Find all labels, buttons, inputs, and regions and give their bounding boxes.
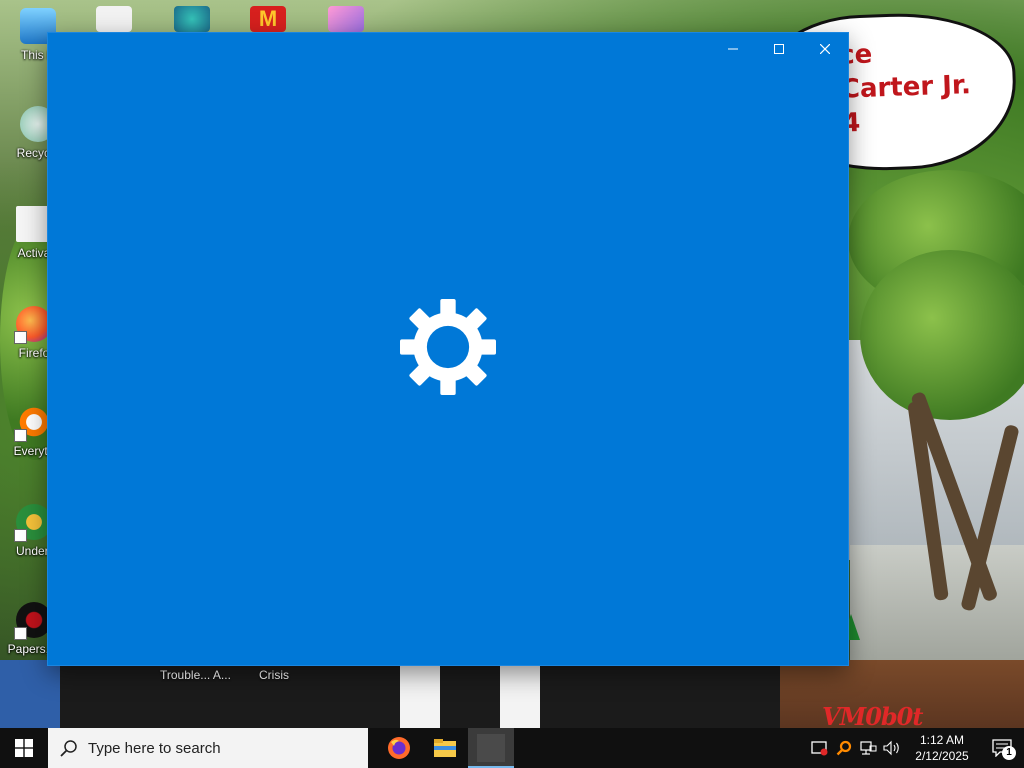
shortcut-arrow-icon bbox=[14, 331, 27, 344]
tray-volume-icon[interactable] bbox=[880, 728, 904, 768]
security-alert-icon bbox=[811, 741, 828, 756]
clock-time: 1:12 AM bbox=[919, 733, 965, 747]
search-icon bbox=[60, 740, 77, 757]
file-explorer-icon bbox=[434, 739, 456, 757]
character-icon[interactable] bbox=[174, 6, 210, 32]
system-tray: 1:12 AM 2/12/2025 1 bbox=[808, 728, 1024, 768]
firefox-icon bbox=[14, 306, 52, 344]
taskbar: Type here to search 1:12 AM 2/12/2025 1 bbox=[0, 728, 1024, 768]
search-placeholder: Type here to search bbox=[88, 739, 221, 757]
wallpaper-white-stripe bbox=[500, 660, 540, 730]
tray-everything-icon[interactable] bbox=[832, 728, 856, 768]
close-button[interactable] bbox=[802, 33, 848, 65]
magnifier-icon bbox=[836, 740, 852, 756]
taskbar-firefox[interactable] bbox=[376, 728, 422, 768]
game-icon[interactable] bbox=[328, 6, 364, 32]
desktop-icon-troubleshoot-label[interactable]: Trouble... A... bbox=[160, 668, 231, 682]
maximize-icon bbox=[774, 44, 784, 54]
window-controls bbox=[710, 33, 848, 65]
tray-shield-icon[interactable] bbox=[808, 728, 832, 768]
desktop-icon-crisis-label[interactable]: Crisis bbox=[259, 668, 289, 682]
undertale-icon bbox=[14, 504, 52, 542]
settings-window[interactable] bbox=[48, 33, 848, 665]
windows-logo-icon bbox=[15, 739, 33, 757]
minimize-button[interactable] bbox=[710, 33, 756, 65]
papers-please-icon bbox=[14, 602, 52, 640]
wallpaper-white-stripe bbox=[400, 660, 440, 730]
mcdonalds-icon[interactable]: M bbox=[250, 6, 286, 32]
action-center-button[interactable]: 1 bbox=[980, 728, 1024, 768]
shortcut-arrow-icon bbox=[14, 627, 27, 640]
taskbar-clock[interactable]: 1:12 AM 2/12/2025 bbox=[904, 732, 980, 764]
settings-app-thumbnail bbox=[477, 734, 505, 762]
clock-date: 2/12/2025 bbox=[915, 749, 969, 763]
network-icon bbox=[860, 741, 877, 755]
tray-network-icon[interactable] bbox=[856, 728, 880, 768]
taskbar-file-explorer[interactable] bbox=[422, 728, 468, 768]
wallpaper-watermark: VM0b0t bbox=[822, 702, 923, 731]
close-icon bbox=[820, 44, 830, 54]
minimize-icon bbox=[728, 48, 738, 50]
maximize-button[interactable] bbox=[756, 33, 802, 65]
magnifier-icon bbox=[14, 404, 52, 442]
shortcut-arrow-icon bbox=[14, 429, 27, 442]
taskbar-search-box[interactable]: Type here to search bbox=[48, 728, 368, 768]
taskbar-settings-app[interactable] bbox=[468, 728, 514, 768]
volume-icon bbox=[883, 740, 899, 756]
notification-count-badge: 1 bbox=[1002, 746, 1016, 760]
start-button[interactable] bbox=[0, 728, 48, 768]
firefox-icon bbox=[388, 737, 410, 759]
gear-icon bbox=[400, 299, 496, 395]
app-shortcut-icon[interactable] bbox=[96, 6, 132, 32]
document-icon bbox=[16, 206, 52, 242]
shortcut-arrow-icon bbox=[14, 529, 27, 542]
